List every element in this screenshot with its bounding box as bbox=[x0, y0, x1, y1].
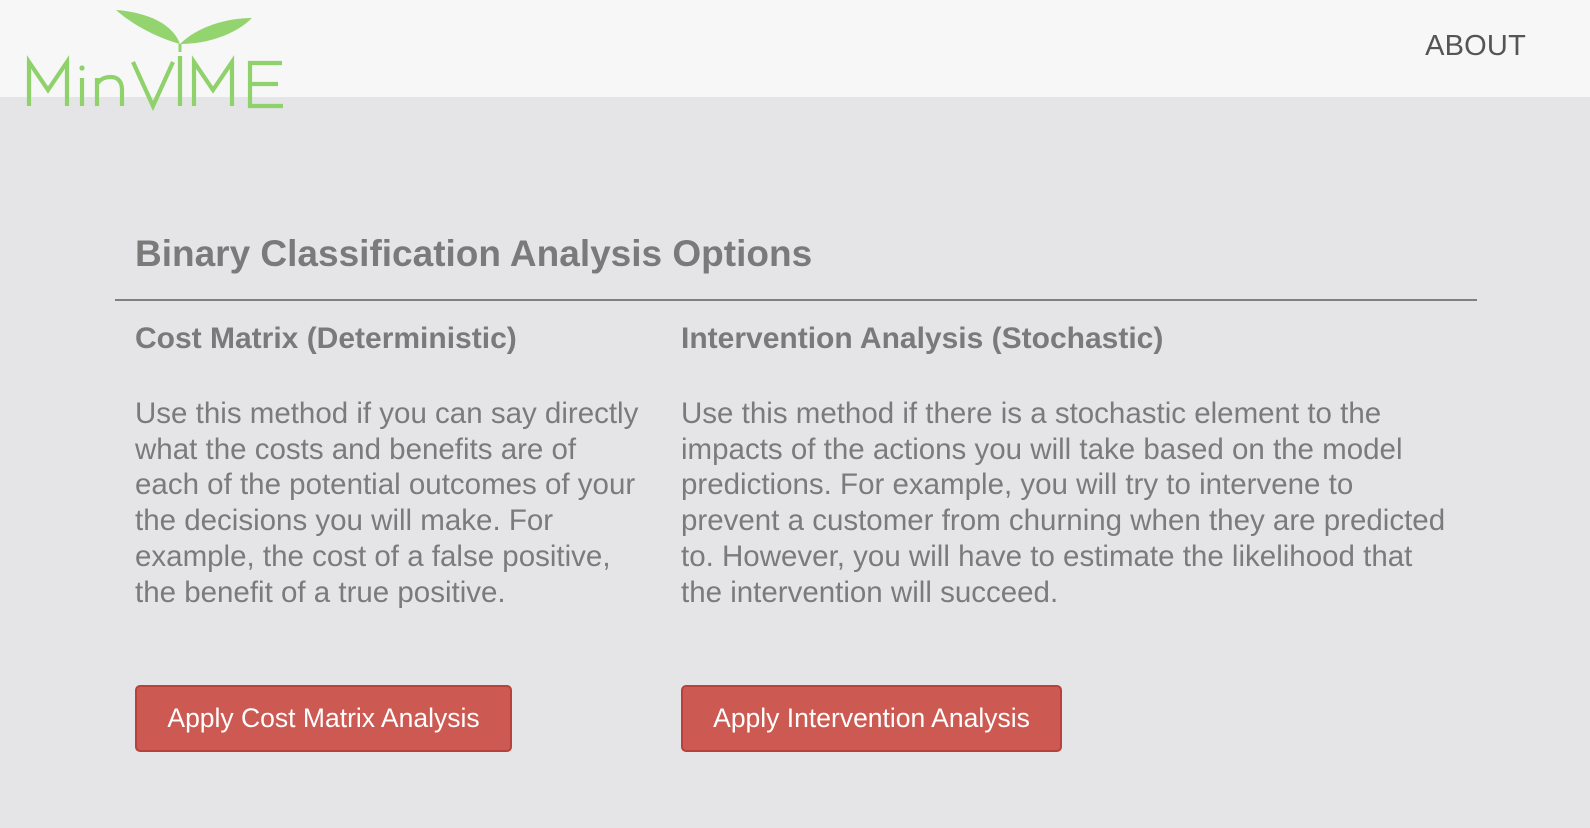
minvime-logo[interactable] bbox=[22, 4, 302, 116]
cost-matrix-option: Cost Matrix (Deterministic) Use this met… bbox=[135, 301, 645, 752]
intervention-heading: Intervention Analysis (Stochastic) bbox=[681, 322, 1164, 355]
analysis-options-panel: Binary Classification Analysis Options C… bbox=[115, 215, 1477, 771]
page-title: Binary Classification Analysis Options bbox=[115, 215, 1477, 301]
cost-matrix-heading: Cost Matrix (Deterministic) bbox=[135, 322, 517, 355]
options-row: Cost Matrix (Deterministic) Use this met… bbox=[115, 301, 1477, 771]
apply-intervention-button[interactable]: Apply Intervention Analysis bbox=[681, 685, 1062, 752]
nav-about-link[interactable]: ABOUT bbox=[1425, 30, 1526, 63]
intervention-description: Use this method if there is a stochastic… bbox=[681, 397, 1446, 609]
cost-matrix-description: Use this method if you can say directly … bbox=[135, 397, 639, 609]
intervention-option: Intervention Analysis (Stochastic) Use t… bbox=[681, 301, 1456, 752]
apply-cost-matrix-button[interactable]: Apply Cost Matrix Analysis bbox=[135, 685, 512, 752]
sprout-logo-icon bbox=[26, 10, 283, 112]
